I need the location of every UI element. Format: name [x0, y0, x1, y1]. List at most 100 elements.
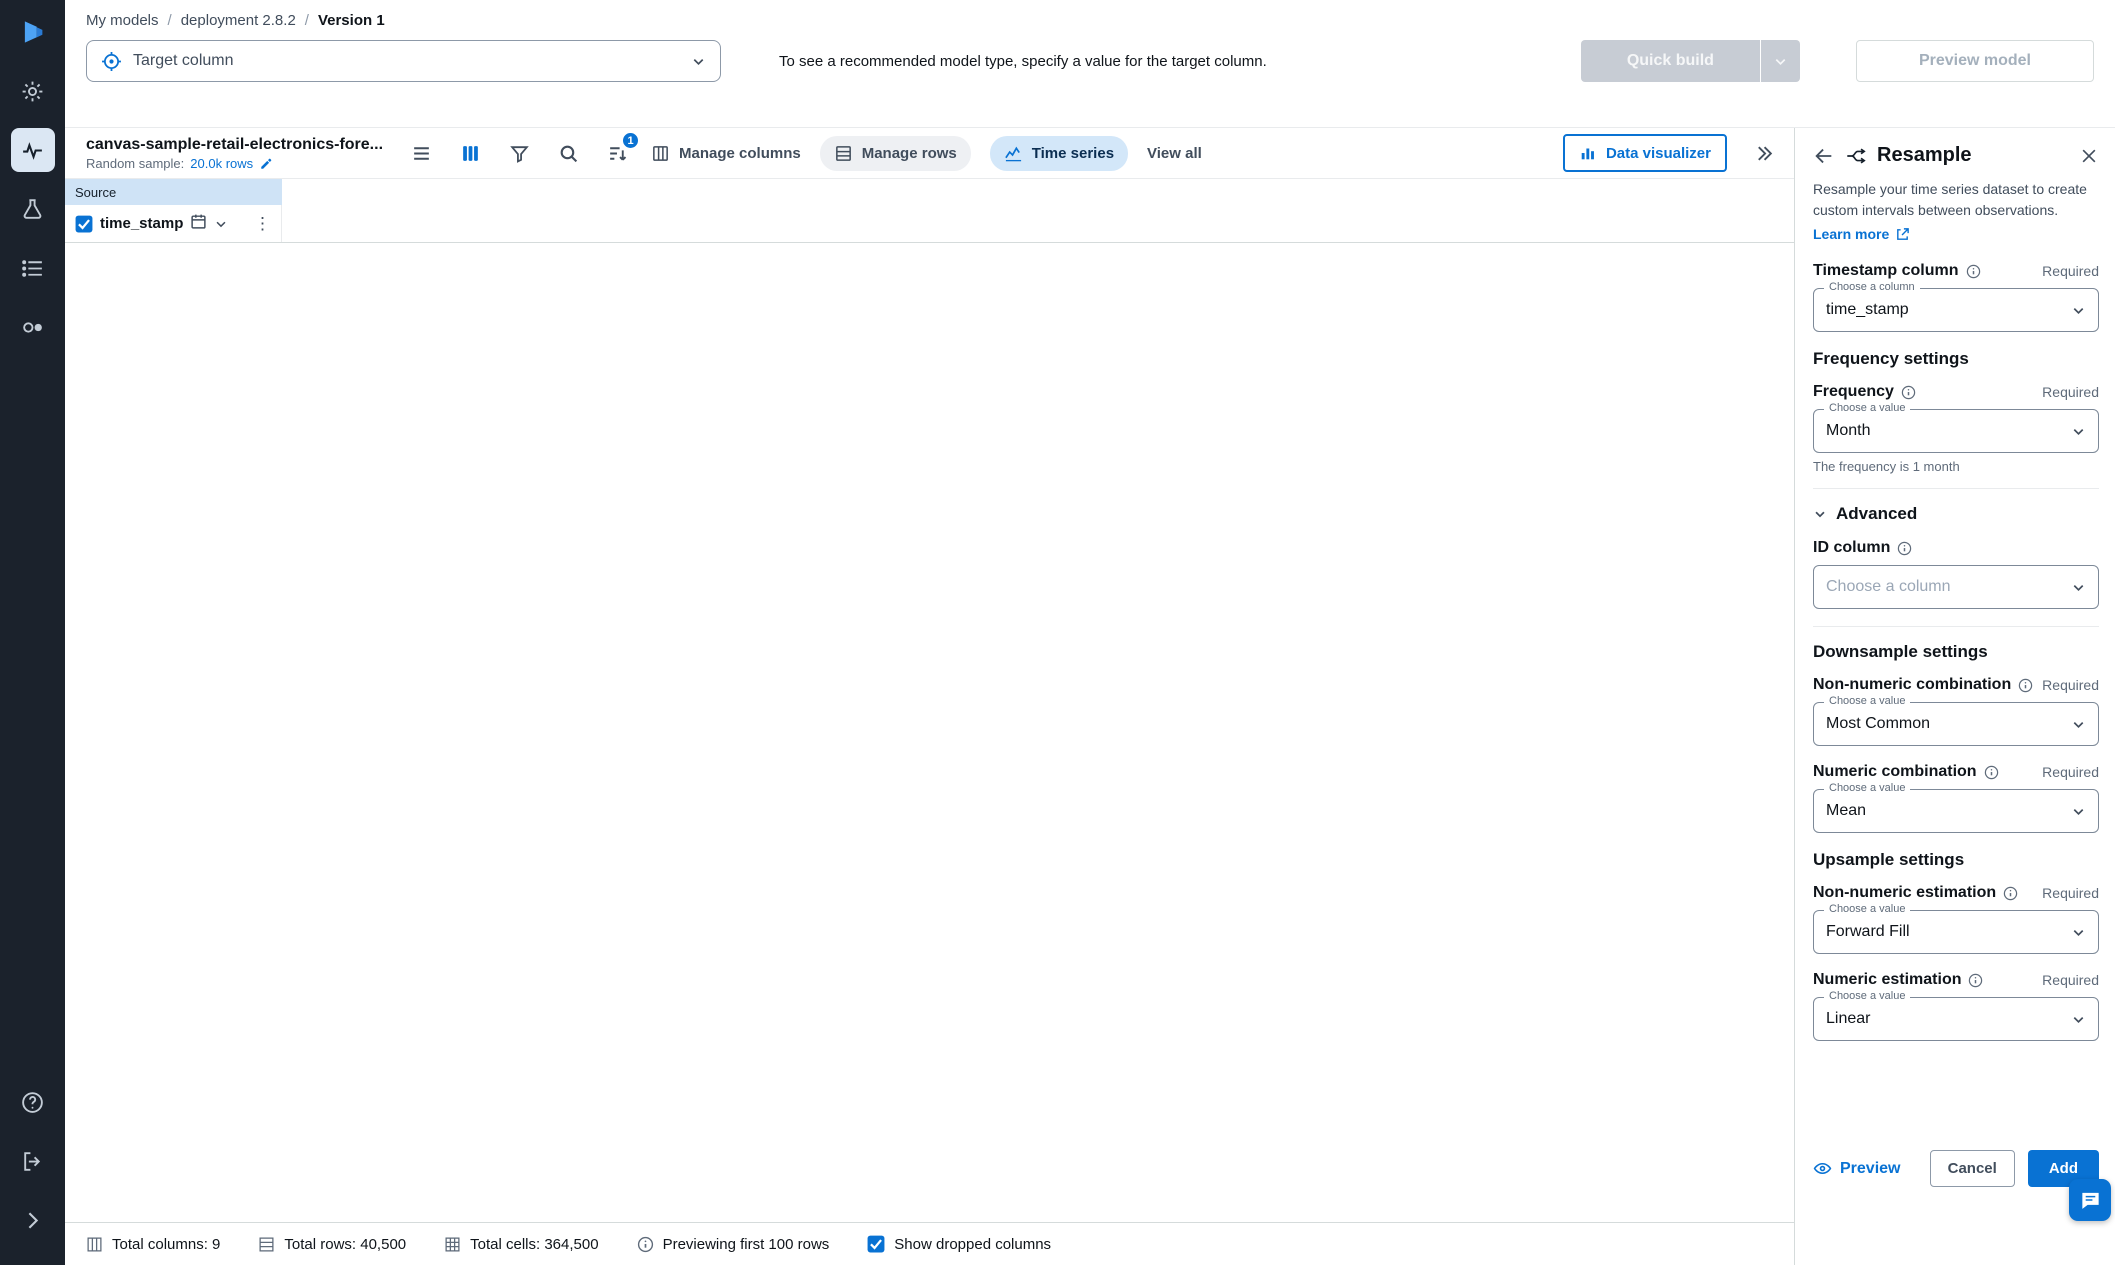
collapse-toolbar-icon[interactable]	[1748, 138, 1778, 168]
resample-icon	[1845, 145, 1867, 167]
required-label: Required	[2042, 384, 2099, 400]
info-icon[interactable]	[1897, 541, 1912, 556]
breadcrumb-separator: /	[304, 12, 309, 29]
non-numeric-combination-select[interactable]: Choose a value Most Common	[1813, 695, 2099, 746]
panel-header: Resample	[1813, 144, 2099, 167]
info-icon[interactable]	[1984, 765, 1999, 780]
chevron-down-icon[interactable]	[214, 217, 228, 231]
back-arrow-icon[interactable]	[1813, 145, 1835, 167]
app-root: My models / deployment 2.8.2 / Version 1…	[0, 0, 2115, 1265]
panel-description: Resample your time series dataset to cre…	[1813, 181, 2087, 218]
select-placeholder: Choose a column	[1826, 578, 1951, 595]
info-icon[interactable]	[1901, 385, 1916, 400]
show-dropped-columns[interactable]: Show dropped columns	[867, 1235, 1051, 1253]
info-icon[interactable]	[1968, 973, 1983, 988]
field-id-column: ID column Choose a column	[1813, 539, 2099, 609]
numeric-estimation-select[interactable]: Choose a value Linear	[1813, 990, 2099, 1041]
chat-widget-button[interactable]	[2069, 1179, 2111, 1221]
info-icon[interactable]	[2003, 886, 2018, 901]
chat-bubble-icon	[2081, 1192, 2099, 1209]
field-label: ID column	[1813, 539, 1891, 556]
my-models-icon[interactable]	[10, 128, 55, 172]
experiments-flask-icon[interactable]	[11, 187, 55, 231]
quick-build-button[interactable]: Quick build	[1580, 40, 1760, 82]
info-icon[interactable]	[2018, 678, 2033, 693]
non-numeric-estimation-select[interactable]: Choose a value Forward Fill	[1813, 903, 2099, 954]
column-type-icon	[190, 213, 207, 235]
required-label: Required	[2042, 885, 2099, 901]
column-header-time_stamp[interactable]: time_stamp ⋮	[65, 205, 282, 242]
chevron-down-icon	[2071, 424, 2086, 439]
manage-columns-button[interactable]: Manage columns	[651, 144, 801, 163]
chevron-down-icon	[2071, 580, 2086, 595]
downsample-settings-heading: Downsample settings	[1813, 642, 1988, 661]
cancel-button[interactable]: Cancel	[1929, 1150, 2015, 1187]
field-numeric-combination: Numeric combination Required Choose a va…	[1813, 763, 2099, 833]
frequency-helper-text: The frequency is 1 month	[1813, 459, 1960, 474]
sign-out-icon[interactable]	[11, 1139, 55, 1183]
required-label: Required	[2042, 677, 2099, 693]
model-list-icon[interactable]	[11, 246, 55, 290]
total-cells: Total cells: 364,500	[444, 1236, 599, 1253]
learn-more-link[interactable]: Learn more	[1813, 226, 1910, 242]
column-menu-icon[interactable]: ⋮	[250, 214, 275, 234]
total-columns: Total columns: 9	[86, 1236, 220, 1253]
column-checkbox-icon[interactable]	[75, 215, 93, 233]
quick-build-menu-button[interactable]	[1759, 40, 1800, 82]
total-rows-label: Total rows: 40,500	[284, 1235, 407, 1253]
random-sample: Random sample: 20.0k rows	[86, 156, 383, 171]
breadcrumb-my-models[interactable]: My models	[86, 12, 159, 29]
target-hint-text: To see a recommended model type, specify…	[779, 52, 1267, 70]
field-label: Numeric combination	[1813, 763, 1977, 780]
chevron-down-icon	[1815, 511, 1825, 518]
preview-link[interactable]: Preview	[1813, 1159, 1900, 1178]
header-controls: Target column To see a recommended model…	[86, 40, 2094, 82]
total-rows: Total rows: 40,500	[258, 1236, 406, 1253]
advanced-toggle[interactable]: Advanced	[1813, 504, 2099, 524]
view-all-button[interactable]: View all	[1147, 145, 1202, 162]
target-column-select[interactable]: Target column	[86, 40, 721, 82]
preview-model-button[interactable]: Preview model	[1855, 40, 2094, 82]
record-icon[interactable]	[11, 305, 55, 349]
field-timestamp-column: Timestamp column Required Choose a colum…	[1813, 262, 2099, 332]
expand-nav-icon[interactable]	[11, 1198, 55, 1242]
nav-bottom-group	[11, 1080, 55, 1257]
manage-columns-label: Manage columns	[679, 144, 801, 162]
top-header: My models / deployment 2.8.2 / Version 1…	[65, 0, 2115, 128]
id-column-select[interactable]: Choose a column	[1813, 565, 2099, 609]
filter-icon[interactable]	[504, 138, 534, 168]
total-columns-label: Total columns: 9	[112, 1235, 221, 1253]
edit-pencil-icon[interactable]	[259, 156, 274, 171]
column-view-icon[interactable]	[455, 138, 485, 168]
required-label: Required	[2042, 972, 2099, 988]
main-area: My models / deployment 2.8.2 / Version 1…	[65, 0, 2115, 1265]
status-bar: Total columns: 9 Total rows: 40,500 Tota…	[65, 1222, 1794, 1265]
frequency-select[interactable]: Choose a value Month	[1813, 402, 2099, 453]
app-logo-icon[interactable]	[11, 10, 55, 54]
breadcrumb-deployment[interactable]: deployment 2.8.2	[181, 12, 296, 29]
sort-badge: 1	[621, 131, 641, 150]
select-float-label: Choose a value	[1824, 990, 1911, 1002]
manage-rows-button[interactable]: Manage rows	[819, 135, 971, 171]
quick-build-split-button: Quick build	[1580, 40, 1800, 82]
data-visualizer-label: Data visualizer	[1605, 144, 1711, 162]
info-icon[interactable]	[1966, 264, 1981, 279]
close-icon[interactable]	[2079, 146, 2099, 166]
list-view-icon[interactable]	[406, 138, 436, 168]
sort-icon[interactable]: 1	[602, 131, 641, 168]
help-icon[interactable]	[11, 1080, 55, 1124]
data-visualizer-button[interactable]: Data visualizer	[1562, 134, 1727, 172]
previewing-label: Previewing first 100 rows	[662, 1235, 830, 1253]
search-icon[interactable]	[553, 138, 583, 168]
numeric-combination-select[interactable]: Choose a value Mean	[1813, 782, 2099, 833]
show-dropped-label: Show dropped columns	[894, 1235, 1052, 1253]
time-series-button[interactable]: Time series	[989, 135, 1129, 171]
select-float-label: Choose a column	[1824, 281, 1920, 293]
timestamp-column-select[interactable]: Choose a column time_stamp	[1813, 281, 2099, 332]
random-sample-link[interactable]: 20.0k rows	[190, 156, 253, 171]
settings-gear-icon[interactable]	[11, 69, 55, 113]
dataset-info: canvas-sample-retail-electronics-fore...…	[86, 136, 383, 171]
divider	[1813, 626, 2099, 627]
field-non-numeric-combination: Non-numeric combination Required Choose …	[1813, 676, 2099, 746]
select-value: Most Common	[1826, 715, 1931, 732]
